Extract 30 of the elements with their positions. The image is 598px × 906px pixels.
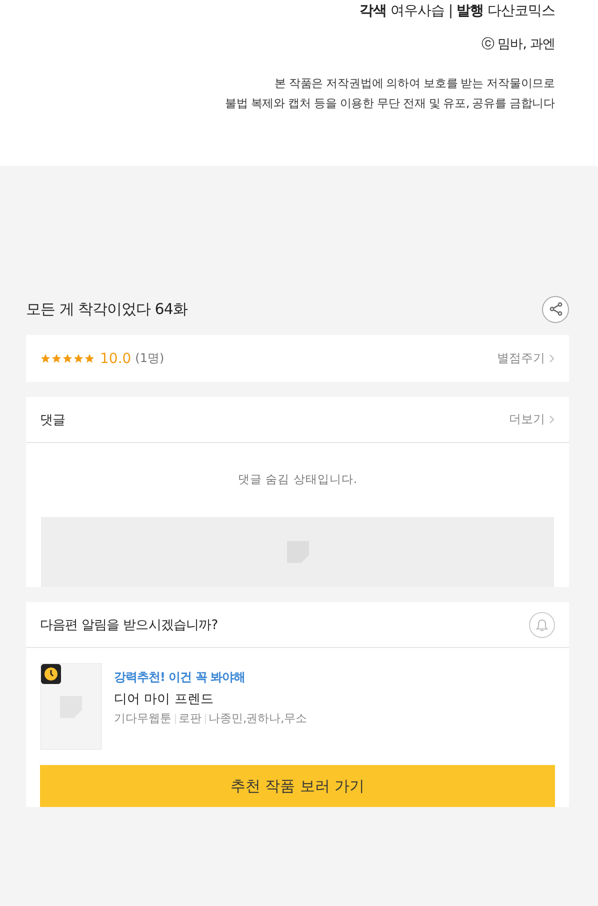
notice-text: 불법 복제와 캡처 등을 이용한 무단 전재 및 유포, 공유를 금합니다	[224, 95, 555, 112]
notice-text: 본 작품은 저작권법에 의하여 보호를 받는 저작물이므로	[274, 75, 555, 92]
share-button[interactable]	[542, 296, 569, 322]
chevron-icon	[549, 354, 555, 363]
rate-link[interactable]: 별점주기	[497, 350, 555, 367]
star-icon	[84, 353, 95, 364]
share-icon	[548, 302, 562, 316]
star-icon	[40, 353, 51, 364]
copyright-text: ⓒ 밈바, 과엔	[482, 36, 555, 53]
star-icon	[51, 353, 62, 364]
recommend-title: 디어 마이 프렌드	[114, 691, 214, 708]
recommend-button[interactable]: 추천 작품 보러 가기	[40, 765, 555, 807]
rating-score: 10.0	[100, 350, 132, 366]
star-icon	[62, 353, 73, 364]
recommend-tagline: 강력추천! 이건 꼭 봐야해	[114, 669, 246, 686]
genre-tag: 나종민,권하나,무소	[208, 711, 307, 726]
comments-title: 댓글	[40, 412, 66, 428]
rating-count: (1명)	[135, 350, 164, 367]
star-icon	[73, 353, 84, 364]
episode-title: 모든 게 착각이었다 64화	[26, 300, 188, 318]
clock-icon	[41, 664, 61, 684]
genre-tag: 기다무웹툰	[114, 711, 172, 726]
notify-question: 다음편 알림을 받으시겠습니까?	[40, 616, 218, 634]
empty-message: 댓글 숨김 상태입니다.	[237, 472, 358, 487]
genre-tag: 로판	[178, 711, 202, 726]
thumbnail[interactable]	[40, 663, 102, 750]
chevron-icon	[549, 415, 555, 424]
credits-text: 각색 여우사습 | 발행 다산코믹스	[359, 2, 555, 21]
more-link[interactable]: 더보기	[509, 411, 555, 428]
bell-icon	[534, 616, 550, 632]
